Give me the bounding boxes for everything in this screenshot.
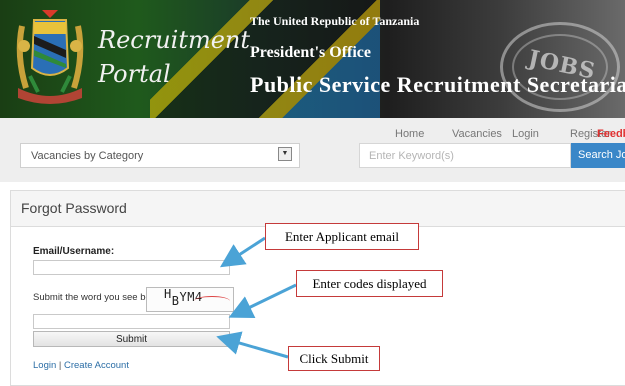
callout-submit-hint: Click Submit: [288, 346, 380, 371]
site-banner: JOBS Recruitment Portal The United Repub…: [0, 0, 625, 118]
login-link[interactable]: Login: [33, 360, 56, 371]
header-republic: The United Republic of Tanzania: [250, 14, 420, 28]
search-jobs-button[interactable]: Search Jobs: [571, 143, 625, 168]
category-select[interactable]: Vacancies by Category: [20, 143, 300, 168]
logo-text-portal: Portal: [98, 60, 171, 88]
callout-code-hint: Enter codes displayed: [296, 270, 443, 297]
logo-text-recruitment: Recruitment: [98, 26, 251, 54]
link-separator: |: [58, 360, 62, 371]
chevron-down-icon[interactable]: ▼: [278, 147, 292, 161]
email-label: Email/Username:: [33, 246, 115, 257]
header-secretariat: Public Service Recruitment Secretariat: [250, 72, 625, 97]
header-presidents-office: President's Office: [250, 44, 372, 61]
nav-feedback[interactable]: Feedba: [597, 128, 625, 140]
page-title: Forgot Password: [21, 200, 127, 216]
captcha-code-field[interactable]: [33, 314, 230, 329]
submit-button[interactable]: Submit: [33, 331, 230, 347]
email-field[interactable]: [33, 260, 230, 275]
account-links: Login | Create Account: [33, 360, 129, 371]
create-account-link[interactable]: Create Account: [64, 360, 129, 371]
category-select-value: Vacancies by Category: [31, 150, 144, 162]
captcha-noise-line: [194, 296, 230, 306]
nav-home[interactable]: Home: [395, 128, 424, 140]
nav-vacancies[interactable]: Vacancies: [452, 128, 502, 140]
callout-email-hint: Enter Applicant email: [265, 223, 419, 250]
nav-login[interactable]: Login: [512, 128, 539, 140]
coat-of-arms-icon: [16, 10, 84, 104]
keyword-search-input[interactable]: [359, 143, 571, 168]
